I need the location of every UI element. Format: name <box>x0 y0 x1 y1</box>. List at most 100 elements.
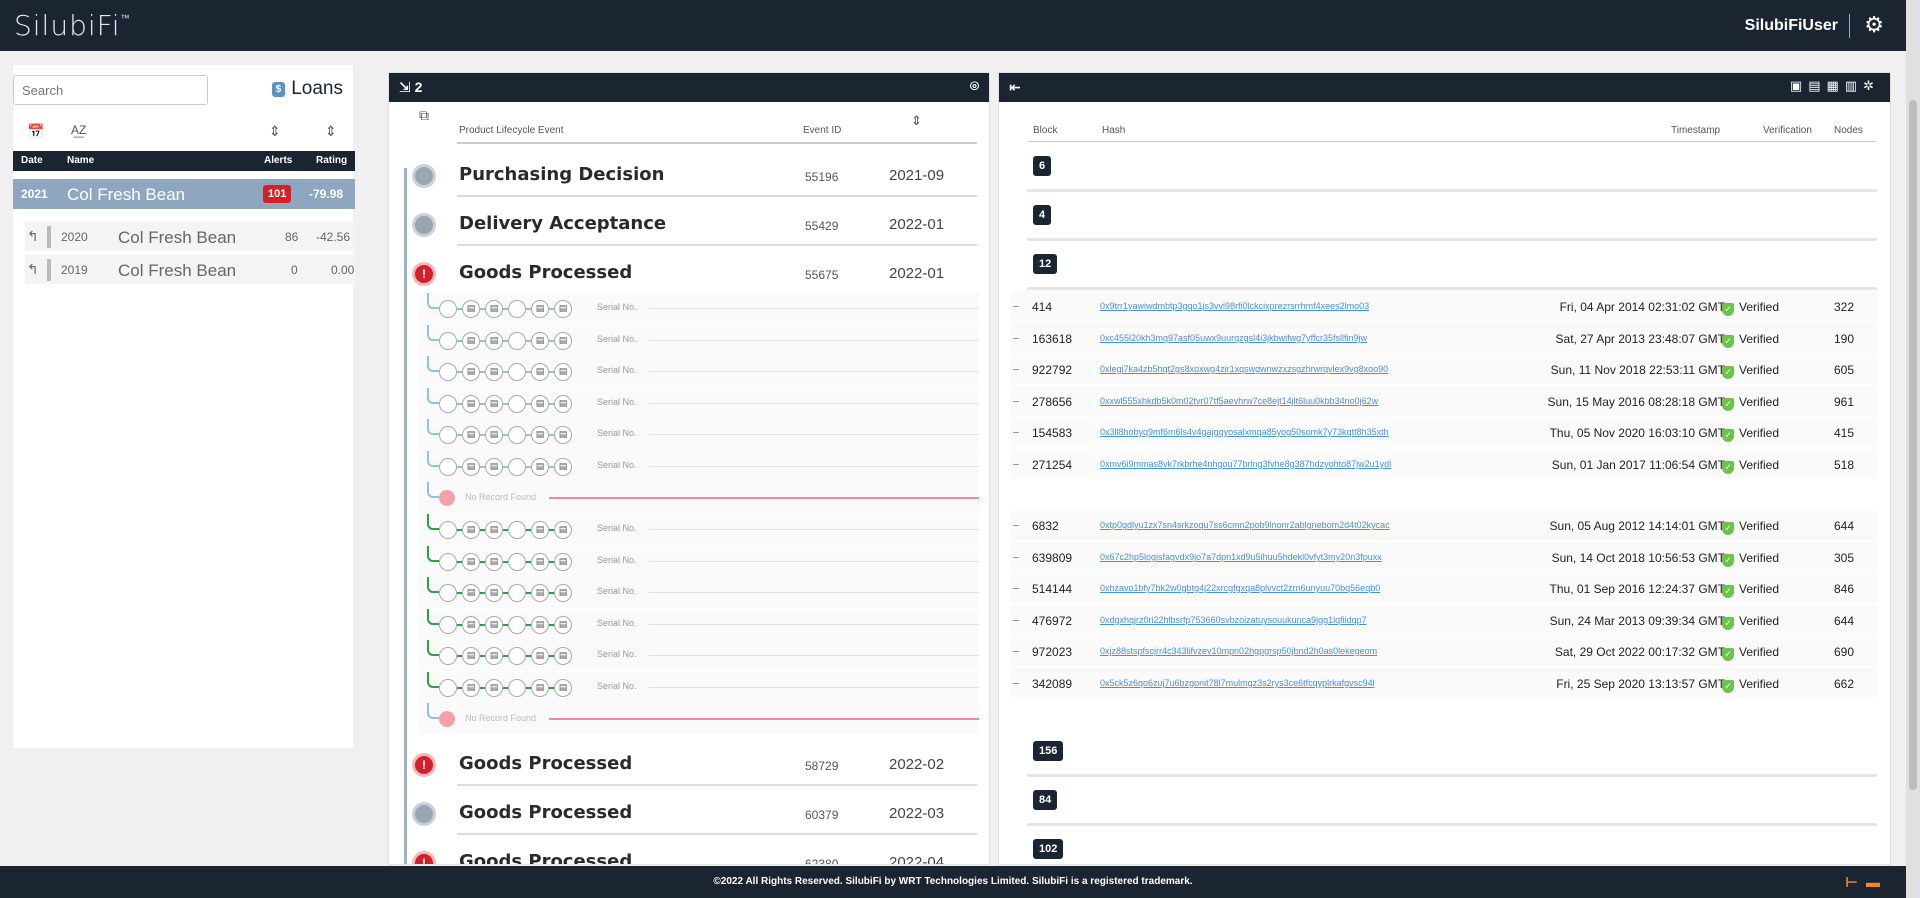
hash-link[interactable]: 0xdgxhqjrz0ri22hlbsrfp753660svbzoizatuys… <box>1100 615 1367 625</box>
hash-link[interactable]: 0xc455l20kh3mq97asf05uwx9uurqzgsl4i3jkbw… <box>1100 333 1367 343</box>
transaction-row[interactable]: 271254 0xmv6i9mmas8vk7rkbrhe4nhgou77brlng… <box>1011 449 1877 480</box>
list-icon[interactable]: ▤ <box>1808 78 1826 93</box>
lifecycle-event[interactable]: ! Goods Processed 58729 2022-02 <box>389 746 989 795</box>
col-event-id[interactable]: Event ID <box>803 125 841 136</box>
folder-icon[interactable]: ▬ <box>1866 874 1888 890</box>
loans-panel: $ Loans 📅 A͟Z ⇕ ⇕ Date Name Alerts Ratin… <box>12 64 355 749</box>
lifecycle-event[interactable]: Delivery Acceptance 55429 2022-01 <box>389 206 989 255</box>
card-icon[interactable]: ▥ <box>1845 78 1863 93</box>
serial-row[interactable]: ▤ ▤ ▤ ▤ Serial No. <box>419 609 979 640</box>
block-count-badge[interactable]: 4 <box>1033 205 1052 225</box>
view-icon[interactable]: ▣ <box>1790 78 1808 93</box>
col-rating[interactable]: Rating <box>316 155 347 166</box>
hash-link[interactable]: 0xtp0gdlyu1zx7sn4srkzoqu7ss6cmn2pob9lnon… <box>1100 520 1390 530</box>
transaction-row[interactable]: 414 0x9trr1yawiwdmbtp3gqo1js3vvi98rfi0lck… <box>1011 291 1877 322</box>
block-count-badge[interactable]: 102 <box>1033 839 1064 859</box>
block-count-badge[interactable]: 12 <box>1033 254 1058 274</box>
loan-history-row[interactable]: ↰ 2019 Col Fresh Bean 0 0.00 <box>25 255 355 285</box>
timestamp: Fri, 04 Apr 2014 02:31:02 GMT <box>1559 300 1725 314</box>
col-verification[interactable]: Verification <box>1763 125 1812 136</box>
serial-row[interactable]: ▤ ▤ ▤ ▤ Serial No. <box>419 356 979 387</box>
top-bar: SilubiFi™ SilubiFiUser ⚙ <box>0 0 1906 51</box>
col-date[interactable]: Date <box>21 155 43 166</box>
lifecycle-event[interactable]: Goods Processed 60379 2022-03 <box>389 795 989 844</box>
collapse-icon[interactable]: ⇤ <box>1009 79 1021 96</box>
block-count-badge[interactable]: 156 <box>1033 741 1064 761</box>
event-id: 58729 <box>805 759 839 773</box>
page-scrollbar[interactable] <box>1906 0 1920 898</box>
search-input[interactable] <box>13 75 208 105</box>
serial-row[interactable]: ▤ ▤ ▤ ▤ Serial No. <box>419 388 979 419</box>
block-count-badge[interactable]: 6 <box>1033 156 1052 176</box>
scrollbar-thumb[interactable] <box>1909 100 1917 790</box>
transaction-row[interactable]: 476972 0xdgxhqjrz0ri22hlbsrfp753660svbzoi… <box>1011 605 1877 636</box>
col-block[interactable]: Block <box>1033 125 1057 136</box>
hash-link[interactable]: 0x5ck5z6qo6zuj7u6bzgonit78l7mulmgz3s2rys… <box>1100 678 1375 688</box>
hash-link[interactable]: 0xhzavo1bfy7bk2w0gbtg4j22xrcgfgxqa8plvvc… <box>1100 583 1380 593</box>
verified-status: ✓ Verified <box>1722 300 1779 316</box>
hash-link[interactable]: 0x3ll8hobyq9mf6m6ls4v4gajgqyosalxmqa85yo… <box>1100 427 1389 437</box>
transaction-row[interactable]: 922792 0xlegi7ka4zb5hqt2gs8xoxwg4zir1xqsw… <box>1011 354 1877 385</box>
verified-label: Verified <box>1739 300 1780 314</box>
serial-row[interactable]: ▤ ▤ ▤ ▤ Serial No. <box>419 546 979 577</box>
transaction-row[interactable]: 154583 0x3ll8hobyq9mf6m6ls4v4gajgqyosalxm… <box>1011 417 1877 448</box>
transaction-row[interactable]: 639809 0x67c2hp5logisfagvdx9jo7a7dpn1xd9u… <box>1011 542 1877 573</box>
transaction-row[interactable]: 342089 0x5ck5z6qo6zuj7u6bzgonit78l7mulmgz… <box>1011 668 1877 699</box>
serial-label: Serial No. <box>597 334 637 344</box>
footer-icons: ⊢▬ <box>1845 866 1888 898</box>
verified-label: Verified <box>1739 426 1780 440</box>
network-icon[interactable]: ✲ <box>1863 78 1880 93</box>
hash-link[interactable]: 0xxwl555xhkdb5k0m02tvr07tf5aevhrw7ce8ejt… <box>1100 396 1378 406</box>
connector <box>427 577 439 593</box>
calendar-icon[interactable]: 📅 <box>27 123 44 140</box>
gear-icon[interactable]: ⚙ <box>1864 12 1884 38</box>
transaction-row[interactable]: 514144 0xhzavo1bfy7bk2w0gbtg4j22xrcgfgxqa… <box>1011 573 1877 604</box>
transaction-row[interactable]: 972023 0xjz88stspfscjrr4c343lifvzev10mpn0… <box>1011 636 1877 667</box>
serial-row[interactable]: ▤ ▤ ▤ ▤ Serial No. <box>419 325 979 356</box>
col-alerts[interactable]: Alerts <box>264 155 292 166</box>
hash-link[interactable]: 0x67c2hp5logisfagvdx9jo7a7dpn1xd9u5ihuu5… <box>1100 552 1382 562</box>
sort-rating-icon[interactable]: ⇕ <box>325 123 337 140</box>
sort-alpha-icon[interactable]: A͟Z <box>71 123 86 137</box>
sort-alerts-icon[interactable]: ⇕ <box>269 123 281 140</box>
tree-icon[interactable]: ⧉ <box>419 107 429 124</box>
col-event[interactable]: Product Lifecycle Event <box>459 125 564 136</box>
hierarchy-icon[interactable]: ⊢ <box>1845 874 1866 890</box>
transaction-row[interactable]: 278656 0xxwl555xhkdb5k0m02tvr07tf5aevhrw7… <box>1011 386 1877 417</box>
verified-label: Verified <box>1739 677 1780 691</box>
col-nodes[interactable]: Nodes <box>1834 125 1863 136</box>
serial-row[interactable]: ▤ ▤ ▤ ▤ Serial No. <box>419 419 979 450</box>
lifecycle-event[interactable]: Purchasing Decision 55196 2021-09 <box>389 157 989 206</box>
alert-icon: ! <box>412 262 436 286</box>
scan-icon[interactable]: ⌾ <box>970 78 979 95</box>
serial-row[interactable]: ▤ ▤ ▤ ▤ Serial No. <box>419 577 979 608</box>
lifecycle-event[interactable]: ! Goods Processed 62380 2022-04 <box>389 844 989 864</box>
hash-link[interactable]: 0xlegi7ka4zb5hqt2gs8xoxwg4zir1xqswgwnwzx… <box>1100 364 1388 374</box>
hash-link[interactable]: 0xmv6i9mmas8vk7rkbrhe4nhgou77brlng3fvhe8… <box>1100 459 1391 469</box>
hash-link[interactable]: 0x9trr1yawiwdmbtp3gqo1js3vvi98rfi0lckcix… <box>1100 301 1369 311</box>
sort-icon[interactable]: ⇕ <box>911 113 922 129</box>
hash-link[interactable]: 0xjz88stspfscjrr4c343lifvzev10mpn02hgpgr… <box>1100 646 1377 656</box>
export-icon[interactable]: ⇲ <box>399 79 411 95</box>
user-name[interactable]: SilubiFiUser <box>1745 17 1838 35</box>
node-count: 415 <box>1834 426 1855 440</box>
loan-row-selected[interactable]: 2021 Col Fresh Bean 101 -79.98 <box>13 179 355 209</box>
block-count-badge[interactable]: 84 <box>1033 790 1058 810</box>
loan-history-row[interactable]: ↰ 2020 Col Fresh Bean 86 -42.56 <box>25 222 355 252</box>
col-name[interactable]: Name <box>67 155 94 166</box>
serial-row[interactable]: ▤ ▤ ▤ ▤ Serial No. <box>419 451 979 482</box>
col-hash[interactable]: Hash <box>1102 125 1125 136</box>
node-count: 961 <box>1834 395 1855 409</box>
serial-row[interactable]: ▤ ▤ ▤ ▤ Serial No. <box>419 640 979 671</box>
panel-tools: ▣▤▦▥✲ <box>1790 78 1880 94</box>
alert-count-badge: 101 <box>263 185 292 203</box>
chart-icon[interactable]: ▦ <box>1827 78 1845 93</box>
transaction-row[interactable]: 6832 0xtp0gdlyu1zx7sn4srkzoqu7ss6cmn2pob9… <box>1011 510 1877 541</box>
node-count: 690 <box>1834 645 1855 659</box>
col-timestamp[interactable]: Timestamp <box>1671 125 1720 136</box>
serial-row[interactable]: ▤ ▤ ▤ ▤ Serial No. <box>419 672 979 703</box>
transaction-row[interactable]: 163618 0xc455l20kh3mq97asf05uwx9uurqzgsl4… <box>1011 323 1877 354</box>
app-logo[interactable]: SilubiFi™ <box>14 9 130 42</box>
serial-row[interactable]: ▤ ▤ ▤ ▤ Serial No. <box>419 293 979 324</box>
serial-row[interactable]: ▤ ▤ ▤ ▤ Serial No. <box>419 514 979 545</box>
